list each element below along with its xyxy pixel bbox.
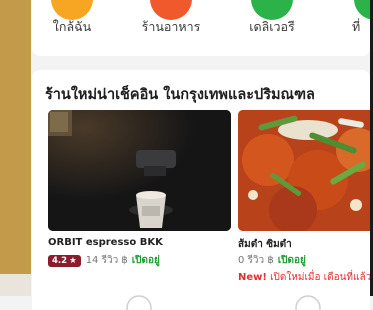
category-label: เดลิเวอรี — [249, 19, 295, 34]
star-icon: ★ — [69, 255, 77, 266]
background-left-panel — [0, 0, 31, 296]
price-level: ฿ — [121, 255, 128, 266]
restaurant-photo[interactable] — [48, 110, 231, 231]
new-label: New! — [238, 272, 267, 283]
category-delivery[interactable]: เดลิเวอรี — [232, 0, 312, 56]
category-restaurant[interactable]: ร้านอาหาร — [131, 0, 211, 56]
restaurant-name[interactable]: ส้มตำ ซิมตำ — [238, 237, 292, 252]
category-more[interactable]: ที่ — [330, 0, 370, 56]
carousel-indicator — [126, 295, 321, 310]
review-count: 14 รีวิว — [85, 255, 119, 266]
restaurant-meta: 4.2 ★ 14 รีวิว ฿ เปิดอยู่ — [48, 253, 160, 268]
new-text: เปิดใหม่เมื่อ เดือนที่แล้ว — [270, 272, 370, 283]
category-bar: ใกล้ฉัน ร้านอาหาร เดลิเวอรี ที่ — [32, 0, 370, 56]
category-label: ใกล้ฉัน — [52, 19, 92, 34]
price-level: ฿ — [267, 255, 274, 266]
papaya-salad-photo-image — [238, 110, 370, 231]
section-title: ร้านใหม่น่าเช็คอิน ในกรุงเทพและปริมณฑล — [45, 87, 315, 103]
new-badge: New! เปิดใหม่เมื่อ เดือนที่แล้ว — [238, 270, 370, 285]
category-label: ที่ — [352, 19, 361, 34]
background-left-panel-bottom — [0, 274, 31, 296]
review-count: 0 รีวิว — [238, 255, 265, 266]
rating-value: 4.2 — [52, 255, 68, 266]
restaurant-photo[interactable] — [238, 110, 370, 231]
open-status: เปิดอยู่ — [277, 255, 306, 266]
coffee-photo-image — [48, 110, 231, 231]
category-label: ร้านอาหาร — [141, 19, 201, 34]
restaurant-name[interactable]: ORBIT espresso BKK — [48, 237, 163, 248]
rating-badge: 4.2 ★ — [48, 254, 81, 267]
open-status: เปิดอยู่ — [131, 255, 160, 266]
category-nearby[interactable]: ใกล้ฉัน — [32, 0, 112, 56]
restaurant-meta: 0 รีวิว ฿ เปิดอยู่ — [238, 253, 306, 268]
new-restaurants-section: ร้านใหม่น่าเช็คอิน ในกรุงเทพและปริมณฑล O… — [32, 70, 370, 310]
